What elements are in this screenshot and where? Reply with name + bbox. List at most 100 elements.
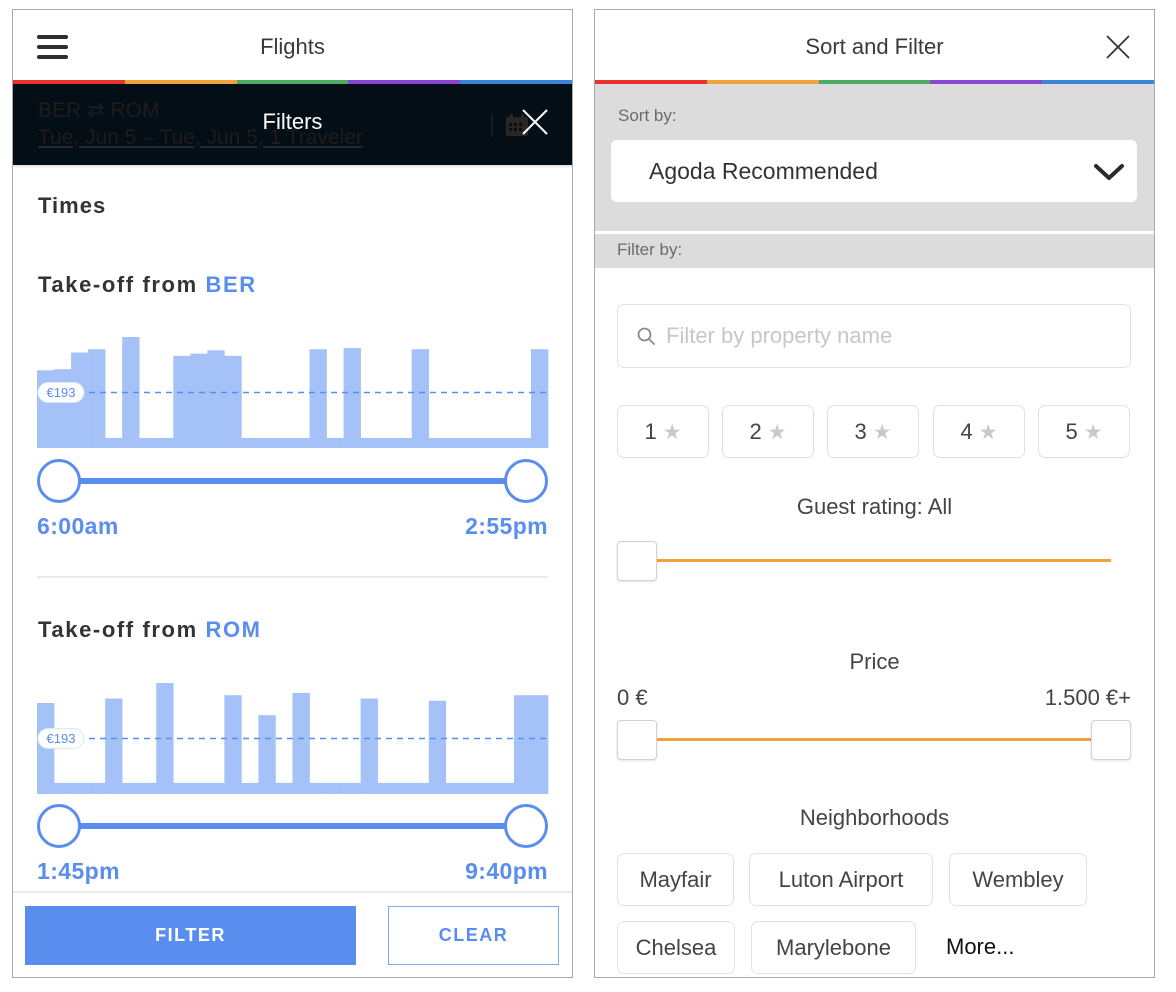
slider-track — [637, 738, 1111, 741]
more-neighborhoods-link[interactable]: More... — [946, 934, 1014, 960]
histogram-bar — [343, 348, 361, 448]
takeoff-time-slider-rom[interactable] — [37, 804, 548, 848]
sort-selected-value: Agoda Recommended — [649, 158, 878, 184]
histogram-bar — [122, 782, 140, 794]
neighborhood-chip[interactable]: Luton Airport — [749, 853, 933, 906]
neighborhood-chip[interactable]: Chelsea — [617, 921, 735, 974]
property-search-input[interactable] — [666, 305, 1106, 366]
slider-handle-start[interactable] — [37, 804, 81, 848]
histogram-bar — [292, 692, 310, 794]
close-icon[interactable] — [1106, 35, 1130, 59]
filter-button[interactable]: FILTER — [25, 906, 356, 965]
histogram-bar — [513, 438, 532, 448]
histogram-bar — [207, 350, 225, 448]
takeoff-heading-rom: Take-off from ROM — [38, 617, 262, 643]
close-icon[interactable] — [521, 108, 549, 136]
section-divider — [37, 576, 548, 578]
star-count: 3 — [854, 418, 867, 444]
reference-price-label: €193 — [47, 731, 76, 746]
star-count: 2 — [749, 418, 762, 444]
filter-by-header: Filter by: — [595, 234, 1154, 268]
histogram-bar — [275, 438, 293, 448]
slider-handle-end[interactable] — [504, 804, 548, 848]
histogram-bar — [292, 438, 310, 448]
histogram-bar — [207, 782, 225, 794]
star-icon: ★ — [1083, 419, 1103, 444]
slider-handle-max[interactable] — [1091, 720, 1131, 760]
app-title: Flights — [260, 34, 325, 59]
property-search-field[interactable] — [617, 304, 1131, 368]
star-icon: ★ — [872, 419, 892, 444]
histogram-bar — [360, 438, 378, 448]
star-filter-4[interactable]: 4 ★ — [933, 405, 1025, 458]
takeoff-time-slider-ber[interactable] — [37, 459, 548, 503]
price-min-label: 0 € — [617, 685, 648, 710]
search-icon — [637, 327, 655, 345]
star-count: 4 — [960, 418, 973, 444]
takeoff-label: Take-off from — [38, 272, 198, 297]
end-time: 2:55pm — [465, 513, 548, 539]
star-filter-2[interactable]: 2 ★ — [722, 405, 814, 458]
slider-fill — [59, 478, 526, 484]
sort-dropdown[interactable]: Agoda Recommended — [611, 140, 1137, 202]
histogram-bar — [445, 782, 464, 794]
slider-handle-start[interactable] — [37, 459, 81, 503]
flights-filter-panel: Flights BER ⇄ ROM Tue, Jun 5 – Tue, Jun … — [12, 9, 573, 978]
histogram-bar — [241, 438, 259, 448]
neighborhood-chip[interactable]: Wembley — [949, 853, 1087, 906]
slider-handle-min[interactable] — [617, 720, 657, 760]
histogram-bar — [156, 438, 174, 448]
clear-button[interactable]: CLEAR — [388, 906, 559, 965]
histogram-bar — [173, 355, 191, 448]
histogram-bar — [411, 349, 430, 448]
neighborhood-chip[interactable]: Marylebone — [751, 921, 916, 974]
histogram-bar — [258, 438, 276, 448]
slider-track — [637, 559, 1111, 562]
histogram-bar — [428, 438, 447, 448]
start-time: 6:00am — [37, 513, 119, 539]
histogram-bar — [71, 782, 89, 794]
takeoff-heading-ber: Take-off from BER — [38, 272, 257, 298]
section-title-times: Times — [38, 193, 107, 218]
histogram-bar — [88, 349, 106, 448]
histogram-bar — [139, 782, 157, 794]
airport-code: BER — [205, 272, 257, 297]
histogram-bar — [479, 782, 498, 794]
histogram-bar — [326, 438, 344, 448]
takeoff-label: Take-off from — [38, 617, 198, 642]
guest-rating-slider[interactable] — [617, 541, 1131, 581]
histogram-bar — [139, 438, 157, 448]
star-filter-5[interactable]: 5 ★ — [1038, 405, 1130, 458]
histogram-bar — [275, 782, 293, 794]
histogram-bar — [190, 353, 208, 448]
reference-price-label: €193 — [47, 385, 76, 400]
star-icon: ★ — [978, 419, 998, 444]
price-range-slider[interactable] — [617, 720, 1131, 760]
star-filter-3[interactable]: 3 ★ — [827, 405, 919, 458]
reference-price-badge: €193 — [37, 728, 85, 749]
histogram-bar — [258, 715, 276, 794]
slider-handle[interactable] — [617, 541, 657, 581]
histogram-bar — [37, 370, 55, 448]
start-time: 1:45pm — [37, 858, 120, 884]
histogram-bar — [88, 782, 106, 794]
neighborhood-chip[interactable]: Mayfair — [617, 853, 734, 906]
star-filter-1[interactable]: 1 ★ — [617, 405, 709, 458]
neighborhoods-label: Neighborhoods — [799, 805, 950, 830]
histogram-bar — [394, 438, 413, 448]
histogram-bar — [530, 695, 549, 794]
filters-footer: FILTER CLEAR — [13, 891, 572, 977]
histogram-bar — [530, 349, 549, 448]
histogram-bar — [479, 438, 498, 448]
histogram-bar — [496, 438, 515, 448]
slider-handle-end[interactable] — [504, 459, 548, 503]
price-max-label: 1.500 €+ — [1044, 685, 1131, 710]
histogram-bar — [411, 782, 430, 794]
star-count: 1 — [644, 418, 657, 444]
histogram-bar — [496, 782, 515, 794]
histogram-bar — [377, 782, 395, 794]
histogram-bar — [428, 700, 447, 794]
sort-filter-panel: Sort and Filter Sort by: Agoda Recommend… — [594, 9, 1155, 978]
panel-title: Sort and Filter — [805, 34, 944, 59]
histogram-bar — [105, 438, 123, 448]
